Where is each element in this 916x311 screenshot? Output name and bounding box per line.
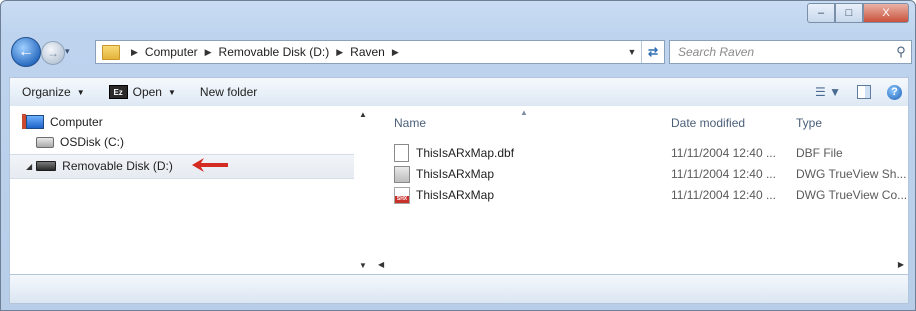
- organize-label: Organize: [22, 85, 71, 99]
- maximize-button[interactable]: □: [835, 3, 863, 23]
- search-icon[interactable]: ⚲: [891, 44, 911, 60]
- new-folder-label: New folder: [199, 85, 258, 99]
- chevron-right-icon[interactable]: ▶: [205, 47, 212, 58]
- explorer-window: – □ X ← → ▾ ▶ Computer ▶ Removable Disk …: [0, 0, 916, 311]
- breadcrumb-raven[interactable]: Raven: [350, 45, 385, 59]
- column-header-name[interactable]: Name: [394, 116, 426, 130]
- close-button[interactable]: X: [863, 3, 909, 23]
- folder-icon: [102, 44, 120, 60]
- file-row[interactable]: ThisIsARxMap.dbf 11/11/2004 12:40 ... DB…: [394, 144, 904, 162]
- removable-disk-icon: [36, 161, 57, 171]
- address-bar[interactable]: ▶ Computer ▶ Removable Disk (D:) ▶ Raven…: [95, 40, 665, 64]
- dwg-file-icon: [394, 165, 410, 183]
- file-type: DWG TrueView Sh...: [796, 167, 907, 181]
- open-app-icon: Ez: [108, 85, 128, 99]
- back-arrow-icon[interactable]: ←: [11, 37, 41, 67]
- tree-item-osdisk[interactable]: OSDisk (C:): [36, 132, 124, 152]
- tree-item-label: OSDisk (C:): [60, 135, 124, 149]
- tree-item-label: Computer: [50, 115, 103, 129]
- column-header-type[interactable]: Type: [796, 116, 822, 130]
- scroll-down-icon[interactable]: ▼: [359, 261, 367, 270]
- file-row[interactable]: ThisIsARxMap 11/11/2004 12:40 ... DWG Tr…: [394, 186, 908, 204]
- document-icon: [394, 144, 409, 162]
- chevron-down-icon: ▼: [76, 87, 85, 97]
- help-icon[interactable]: ?: [887, 84, 902, 100]
- search-input[interactable]: Search Raven: [670, 45, 891, 59]
- tree-item-removable-disk[interactable]: ◢ Removable Disk (D:): [26, 156, 173, 176]
- change-view-icon[interactable]: ☰ ▼: [815, 85, 841, 99]
- chevron-right-icon[interactable]: ▶: [131, 47, 138, 58]
- content-area: Computer OSDisk (C:) ◢ Removable Disk (D…: [9, 106, 909, 275]
- recent-pages-dropdown[interactable]: ▾: [65, 46, 70, 57]
- breadcrumb-removable-disk[interactable]: Removable Disk (D:): [219, 45, 330, 59]
- tree-item-label: Removable Disk (D:): [62, 159, 173, 173]
- file-name: ThisIsARxMap: [416, 188, 495, 202]
- file-date: 11/11/2004 12:40 ...: [671, 146, 776, 160]
- file-row[interactable]: ThisIsARxMap 11/11/2004 12:40 ... DWG Tr…: [394, 165, 907, 183]
- window-controls: – □ X: [807, 3, 909, 23]
- refresh-icon[interactable]: ⇄: [641, 41, 664, 63]
- file-list: ▲ Name Date modified Type ThisIsARxMap.d…: [374, 106, 908, 274]
- file-type: DBF File: [796, 146, 843, 160]
- shx-file-icon: [394, 186, 410, 204]
- horizontal-scrollbar[interactable]: ◀ ▶: [374, 258, 908, 274]
- open-label: Open: [132, 85, 162, 99]
- file-name: ThisIsARxMap: [416, 167, 495, 181]
- chevron-down-icon: ▼: [167, 87, 176, 97]
- scroll-right-icon[interactable]: ▶: [898, 260, 904, 269]
- address-bar-actions: ▼ ⇄: [623, 41, 664, 63]
- toolbar-right: ☰ ▼ ?: [815, 78, 902, 106]
- minimize-button[interactable]: –: [807, 3, 835, 23]
- scroll-left-icon[interactable]: ◀: [378, 260, 384, 269]
- navigation-bar: ← → ▾ ▶ Computer ▶ Removable Disk (D:) ▶…: [11, 37, 912, 67]
- organize-button[interactable]: Organize ▼: [10, 78, 97, 106]
- preview-pane-icon[interactable]: [857, 85, 871, 99]
- sort-ascending-icon: ▲: [520, 108, 528, 117]
- tree-item-computer[interactable]: Computer: [22, 112, 103, 132]
- address-dropdown-icon[interactable]: ▼: [623, 47, 641, 57]
- chevron-right-icon[interactable]: ▶: [336, 47, 343, 58]
- file-type: DWG TrueView Co...: [796, 188, 908, 202]
- expand-arrow-icon[interactable]: ◢: [26, 162, 32, 171]
- nav-pane-scrollbar[interactable]: ▲ ▼: [356, 106, 370, 274]
- column-header-date[interactable]: Date modified: [671, 116, 745, 130]
- chevron-right-icon[interactable]: ▶: [392, 47, 399, 58]
- open-button[interactable]: Ez Open ▼: [97, 78, 188, 106]
- breadcrumb-computer[interactable]: Computer: [145, 45, 198, 59]
- new-folder-button[interactable]: New folder: [188, 78, 269, 106]
- annotation-arrow-icon: [192, 158, 228, 172]
- navigation-pane: Computer OSDisk (C:) ◢ Removable Disk (D…: [10, 106, 370, 274]
- hard-disk-icon: [36, 136, 54, 148]
- file-date: 11/11/2004 12:40 ...: [671, 188, 776, 202]
- forward-arrow-icon[interactable]: →: [41, 41, 65, 65]
- computer-icon: [22, 114, 44, 129]
- command-toolbar: Organize ▼ Ez Open ▼ New folder ☰ ▼ ?: [9, 77, 909, 107]
- search-box[interactable]: Search Raven ⚲: [669, 40, 912, 64]
- details-pane: [9, 274, 909, 304]
- scroll-up-icon[interactable]: ▲: [359, 110, 367, 119]
- file-name: ThisIsARxMap.dbf: [416, 146, 515, 160]
- file-date: 11/11/2004 12:40 ...: [671, 167, 776, 181]
